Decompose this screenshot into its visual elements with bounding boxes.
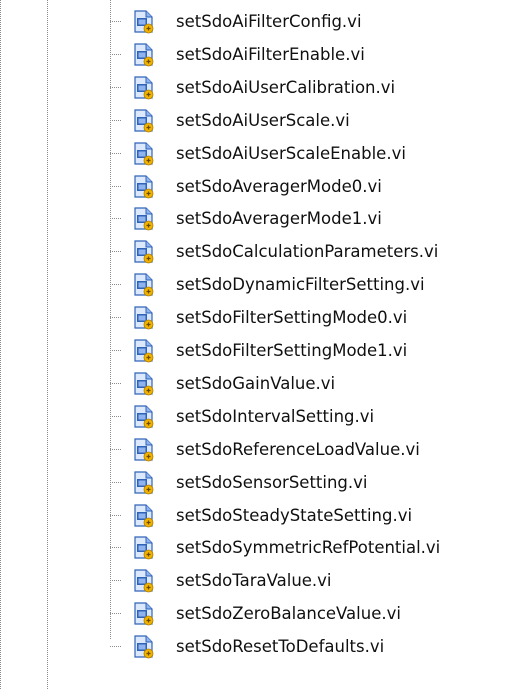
tree-item-label: setSdoAiUserCalibration.vi (176, 77, 396, 97)
vi-file-icon (132, 43, 156, 67)
tree-connector (110, 185, 121, 187)
tree-connector (110, 251, 121, 253)
tree-item-label: setSdoCalculationParameters.vi (176, 242, 439, 262)
tree-item-9[interactable]: setSdoFilterSettingMode0.vi (110, 301, 519, 335)
tree-item-16[interactable]: setSdoSymmetricRefPotential.vi (110, 531, 519, 565)
tree-item-0[interactable]: setSdoAiFilterConfig.vi (110, 5, 519, 39)
vi-file-icon (132, 141, 156, 166)
tree-item-label: setSdoResetToDefaults.vi (176, 637, 385, 657)
tree-connector (110, 580, 121, 582)
tree-connector (110, 350, 121, 351)
tree-item-18[interactable]: setSdoZeroBalanceValue.vi (110, 597, 519, 631)
tree-item-label: setSdoFilterSettingMode1.vi (176, 341, 408, 360)
tree-item-13[interactable]: setSdoReferenceLoadValue.vi (110, 433, 519, 467)
tree-connector (110, 646, 121, 648)
tree-connector (110, 448, 121, 450)
tree-item-label: setSdoReferenceLoadValue.vi (176, 439, 420, 459)
tree-guide-line (47, 0, 48, 689)
vi-file-icon (132, 76, 156, 100)
tree-item-12[interactable]: setSdoIntervalSetting.vi (110, 400, 519, 434)
tree-connector (110, 53, 121, 55)
tree-item-label: setSdoAveragerMode0.vi (176, 176, 382, 196)
tree-connector (110, 119, 121, 121)
vi-file-icon (132, 602, 156, 626)
tree-connector (110, 317, 121, 319)
vi-file-icon (132, 569, 156, 593)
vi-file-icon (132, 273, 156, 297)
tree-item-label: setSdoAiFilterConfig.vi (176, 12, 362, 31)
tree-item-label: setSdoSymmetricRefPotential.vi (176, 538, 441, 558)
tree-connector (110, 21, 121, 22)
tree-item-5[interactable]: setSdoAveragerMode0.vi (110, 170, 519, 204)
tree-item-14[interactable]: setSdoSensorSetting.vi (110, 466, 519, 500)
tree-connector (110, 547, 121, 549)
vi-file-icon (132, 372, 156, 396)
vi-file-icon (132, 438, 156, 462)
tree-item-6[interactable]: setSdoAveragerMode1.vi (110, 202, 519, 236)
vi-file-icon (132, 207, 156, 231)
tree-item-label: setSdoAiFilterEnable.vi (176, 44, 365, 64)
tree-item-label: setSdoSteadyStateSetting.vi (176, 505, 413, 525)
vi-file-icon (132, 405, 156, 429)
tree-connector (110, 284, 121, 286)
tree-connector (110, 415, 121, 417)
vi-file-icon (132, 470, 156, 495)
tree-item-17[interactable]: setSdoTaraValue.vi (110, 564, 519, 598)
tree-item-8[interactable]: setSdoDynamicFilterSetting.vi (110, 268, 519, 302)
tree-item-3[interactable]: setSdoAiUserScale.vi (110, 104, 519, 138)
tree-item-label: setSdoTaraValue.vi (176, 571, 332, 591)
vi-file-icon (132, 339, 156, 363)
tree-connector (110, 481, 121, 483)
tree-connector (110, 86, 121, 88)
tree-connector (110, 382, 121, 384)
tree-connector (110, 514, 121, 516)
vi-file-icon (132, 10, 156, 34)
vi-file-icon (132, 635, 156, 659)
tree-item-label: setSdoZeroBalanceValue.vi (176, 604, 401, 624)
tree-item-7[interactable]: setSdoCalculationParameters.vi (110, 235, 519, 269)
project-tree: setSdoAiFilterConfig.vi setSdoAiFilterEn… (0, 0, 519, 689)
tree-item-label: setSdoSensorSetting.vi (176, 472, 368, 492)
tree-item-15[interactable]: setSdoSteadyStateSetting.vi (110, 499, 519, 533)
tree-item-label: setSdoFilterSettingMode0.vi (176, 308, 408, 328)
vi-file-icon (132, 306, 156, 330)
tree-item-label: setSdoGainValue.vi (176, 373, 336, 393)
tree-item-label: setSdoAiUserScale.vi (176, 110, 350, 130)
vi-file-icon (132, 503, 156, 528)
tree-connector (110, 218, 121, 220)
tree-item-11[interactable]: setSdoGainValue.vi (110, 367, 519, 401)
vi-file-icon (132, 240, 156, 264)
tree-item-19[interactable]: setSdoResetToDefaults.vi (110, 630, 519, 664)
tree-connector (110, 152, 121, 154)
tree-item-1[interactable]: setSdoAiFilterEnable.vi (110, 38, 519, 72)
tree-item-label: setSdoDynamicFilterSetting.vi (176, 275, 425, 295)
vi-file-icon (132, 174, 156, 199)
tree-connector (110, 613, 121, 615)
vi-file-icon (132, 536, 156, 560)
tree-item-label: setSdoAiUserScaleEnable.vi (176, 143, 406, 163)
tree-item-label: setSdoIntervalSetting.vi (176, 406, 375, 426)
tree-guide-line (0, 0, 1, 689)
tree-item-10[interactable]: setSdoFilterSettingMode1.vi (110, 334, 519, 368)
tree-item-label: setSdoAveragerMode1.vi (176, 209, 382, 229)
vi-file-icon (132, 109, 156, 133)
tree-item-4[interactable]: setSdoAiUserScaleEnable.vi (110, 137, 519, 171)
tree-item-2[interactable]: setSdoAiUserCalibration.vi (110, 71, 519, 105)
